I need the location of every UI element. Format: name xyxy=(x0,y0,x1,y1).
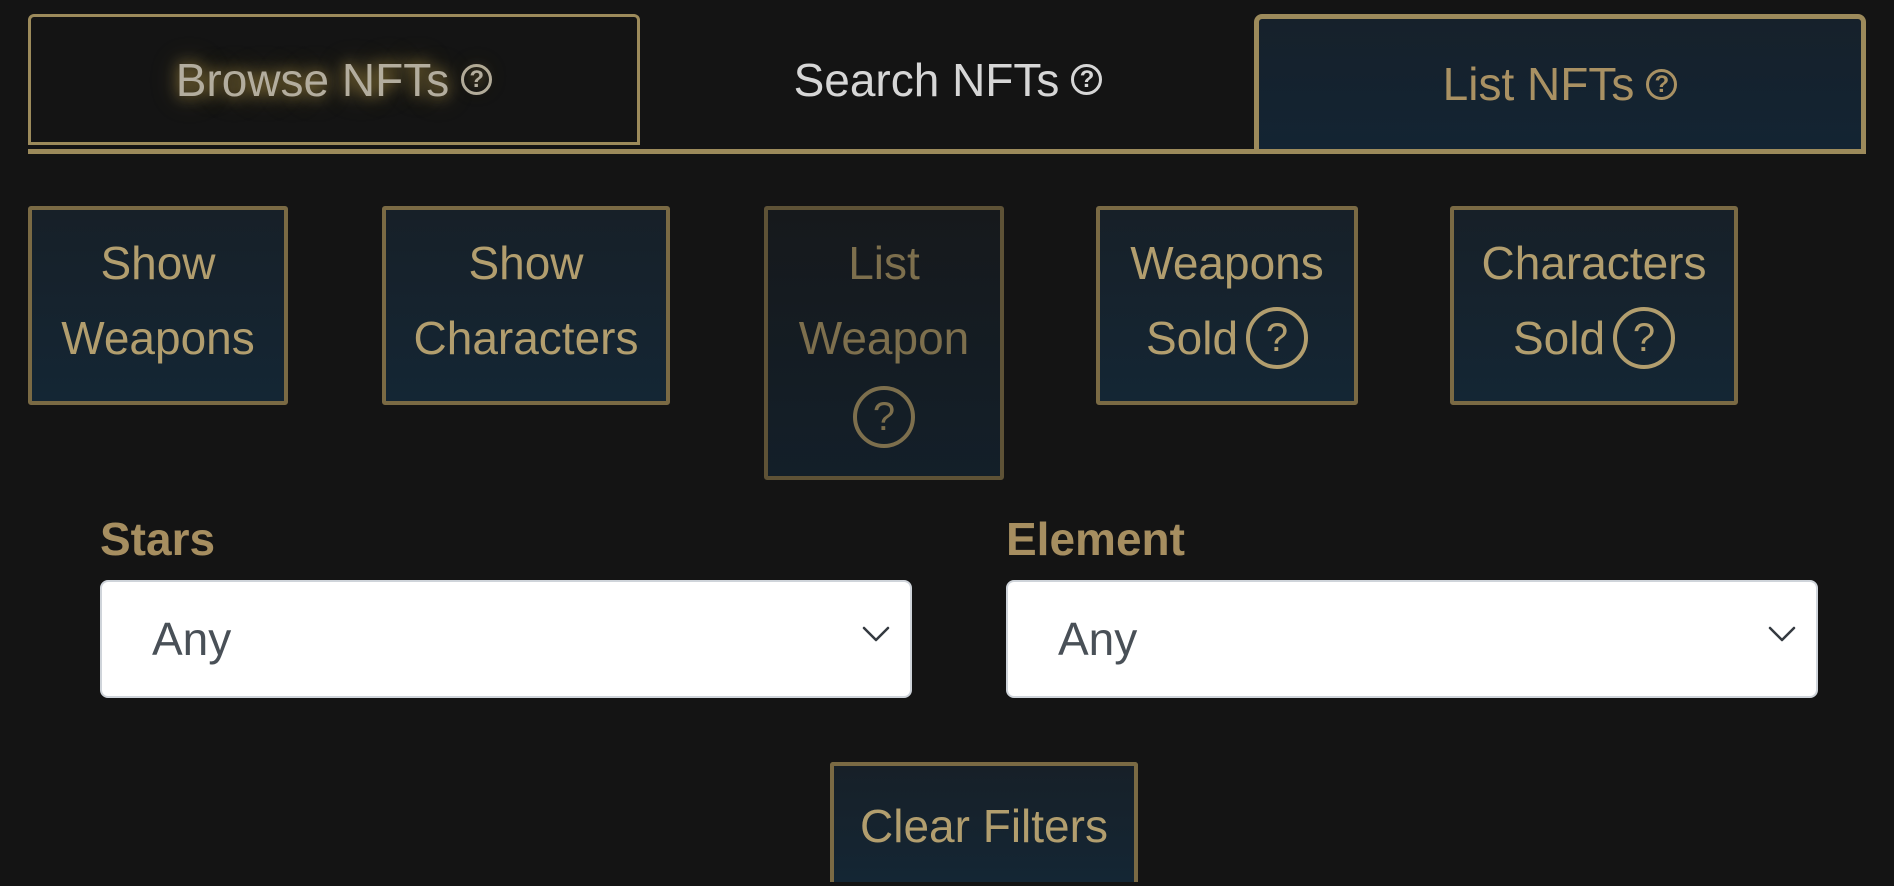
help-icon[interactable]: ? xyxy=(1246,306,1309,369)
help-icon[interactable]: ? xyxy=(1613,306,1676,369)
weapons-sold-line2: Sold xyxy=(1145,312,1239,364)
tab-search-nfts-label: Search NFTs xyxy=(793,53,1060,106)
show-weapons-line2: Weapons xyxy=(61,312,255,364)
chevron-down-icon xyxy=(1768,626,1796,642)
weapons-sold-button[interactable]: Weapons Sold? xyxy=(1096,206,1358,405)
show-characters-line2: Characters xyxy=(413,312,639,364)
characters-sold-button[interactable]: Characters Sold? xyxy=(1450,206,1738,405)
list-weapon-line2: Weapon xyxy=(798,312,970,364)
characters-sold-line1: Characters xyxy=(1481,237,1707,289)
help-icon[interactable]: ? xyxy=(1071,64,1103,95)
nft-tabs: Browse NFTs ? Search NFTs ? List NFTs ? xyxy=(28,14,1866,154)
tab-list-nfts[interactable]: List NFTs ? xyxy=(1254,14,1866,149)
tab-search-nfts[interactable]: Search NFTs ? xyxy=(642,14,1254,145)
stars-select-value: Any xyxy=(152,613,232,665)
element-filter-label: Element xyxy=(1006,513,1185,565)
show-characters-line1: Show xyxy=(468,237,584,289)
show-weapons-line1: Show xyxy=(100,237,216,289)
tab-browse-nfts[interactable]: Browse NFTs ? xyxy=(28,14,640,145)
characters-sold-line2: Sold xyxy=(1512,312,1606,364)
stars-select[interactable]: Any xyxy=(100,580,912,698)
weapons-sold-line1: Weapons xyxy=(1130,237,1324,289)
help-icon[interactable]: ? xyxy=(853,385,915,448)
tab-list-nfts-label: List NFTs xyxy=(1442,58,1635,110)
tab-browse-nfts-label: Browse NFTs xyxy=(175,53,450,106)
list-weapon-button[interactable]: List Weapon ? xyxy=(764,206,1004,480)
chevron-down-icon xyxy=(862,626,890,642)
stars-filter-label: Stars xyxy=(100,513,216,565)
list-weapon-line1: List xyxy=(848,237,920,289)
element-select-value: Any xyxy=(1058,613,1138,665)
clear-filters-button[interactable]: Clear Filters xyxy=(830,762,1138,882)
help-icon[interactable]: ? xyxy=(461,64,493,95)
element-select[interactable]: Any xyxy=(1006,580,1818,698)
help-icon[interactable]: ? xyxy=(1646,68,1678,100)
show-characters-button[interactable]: Show Characters xyxy=(382,206,670,405)
show-weapons-button[interactable]: Show Weapons xyxy=(28,206,288,405)
